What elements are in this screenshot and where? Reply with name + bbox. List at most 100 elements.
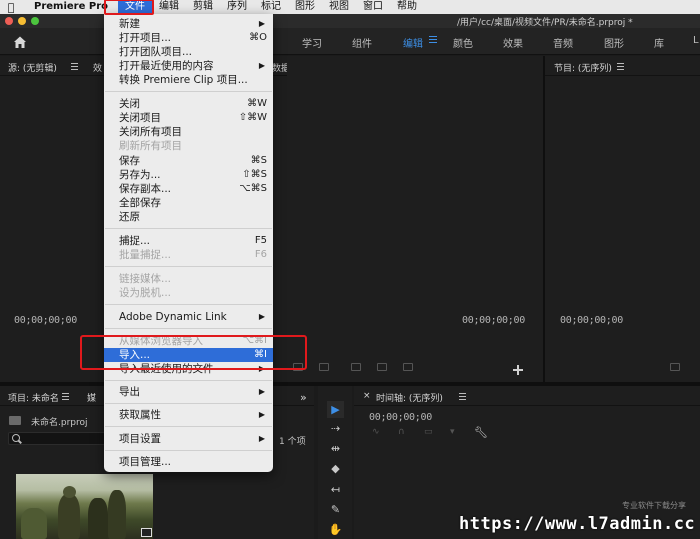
menu-item-close[interactable]: 关闭 ⌘W: [104, 97, 273, 111]
menu-separator: [105, 304, 272, 305]
menu-item-open-recent[interactable]: 打开最近使用的内容 ▶: [104, 59, 273, 73]
project-item-count: 1 个项: [279, 437, 306, 447]
menu-sequence[interactable]: 序列: [220, 0, 254, 14]
workspace-tab-color[interactable]: 颜色: [453, 35, 473, 50]
project-folder-icon: [9, 416, 21, 425]
ripple-edit-tool-icon[interactable]: ⇹: [327, 440, 344, 457]
extract-icon[interactable]: [377, 363, 387, 371]
menu-edit[interactable]: 编辑: [152, 0, 186, 14]
linked-selection-icon[interactable]: ∩: [398, 427, 405, 437]
workspace-tab-editing[interactable]: 编辑: [403, 35, 423, 50]
watermark-url: https://www.l7admin.cc: [459, 514, 696, 534]
menu-item-make-offline: 设为脱机...: [119, 287, 172, 299]
file-menu-highlight: [104, 0, 154, 15]
middle-panel: 00;00;00;00: [287, 56, 543, 382]
menu-item-save-as[interactable]: 另存为... ⇧⌘S: [104, 168, 273, 182]
menu-window[interactable]: 窗口: [356, 0, 390, 14]
menu-separator: [105, 450, 272, 451]
middle-timecode[interactable]: 00;00;00;00: [462, 315, 525, 326]
export-frame-icon[interactable]: [670, 363, 680, 371]
menu-view[interactable]: 视图: [322, 0, 356, 14]
menu-separator: [105, 266, 272, 267]
program-panel-title[interactable]: 节目: (无序列): [554, 61, 612, 74]
workspace-tab-more[interactable]: L: [693, 35, 699, 46]
menu-item-convert-clip[interactable]: 转换 Premiere Clip 项目...: [104, 73, 273, 87]
menu-item-save-all[interactable]: 全部保存: [104, 196, 273, 210]
apple-icon[interactable]: : [0, 1, 22, 14]
menu-separator: [105, 380, 272, 381]
timeline-panel-header: × 时间轴: (无序列): [354, 386, 700, 406]
more-panels-icon[interactable]: »: [300, 391, 307, 404]
menu-help[interactable]: 帮助: [390, 0, 424, 14]
panel-menu-icon[interactable]: [459, 393, 466, 402]
workspace-tab-effects[interactable]: 效果: [503, 35, 523, 50]
menu-item-capture[interactable]: 捕捉... F5: [104, 234, 273, 248]
menu-graphics[interactable]: 图形: [288, 0, 322, 14]
video-clip-thumbnail[interactable]: [16, 474, 153, 539]
track-select-tool-icon[interactable]: ⇢: [327, 420, 344, 437]
source-panel-title[interactable]: 源: (无剪辑): [8, 61, 57, 74]
panel-menu-icon[interactable]: [71, 63, 78, 72]
panel-menu-icon[interactable]: [62, 393, 69, 402]
project-search-input[interactable]: [8, 432, 106, 445]
close-tab-icon[interactable]: ×: [363, 391, 371, 401]
wrench-icon[interactable]: 🔧︎: [474, 426, 488, 439]
program-panel-header: 节目: (无序列): [545, 56, 700, 76]
workspace-menu-icon[interactable]: [429, 36, 437, 45]
minimize-window-button[interactable]: [18, 17, 26, 25]
selection-tool-icon[interactable]: ▶︎: [327, 401, 344, 418]
menu-item-export[interactable]: 导出 ▶: [104, 385, 273, 399]
workspace-tab-graphics[interactable]: 图形: [604, 35, 624, 50]
menu-separator: [105, 328, 272, 329]
menu-separator: [105, 91, 272, 92]
snap-icon[interactable]: ∿: [372, 427, 380, 437]
media-browser-tab[interactable]: 媒: [87, 391, 96, 404]
menu-item-project-settings[interactable]: 项目设置 ▶: [104, 432, 273, 446]
menu-marker[interactable]: 标记: [254, 0, 288, 14]
menu-separator: [105, 426, 272, 427]
pen-tool-icon[interactable]: ✎: [327, 501, 344, 518]
timeline-panel-title[interactable]: 时间轴: (无序列): [376, 391, 443, 404]
menu-item-save-copy[interactable]: 保存副本... ⌥⌘S: [104, 182, 273, 196]
workspace-tab-audio[interactable]: 音频: [553, 35, 573, 50]
search-icon: [12, 434, 20, 442]
document-path: /用户/cc/桌面/视频文件/PR/未命名.prproj *: [457, 18, 633, 28]
workspace-tab-assembly[interactable]: 组件: [352, 35, 372, 50]
menu-item-open-team-project[interactable]: 打开团队项目...: [104, 45, 273, 59]
workspace-tab-libraries[interactable]: 库: [654, 35, 664, 50]
razor-tool-icon[interactable]: ◆: [327, 460, 344, 477]
menu-item-close-all[interactable]: 关闭所有项目: [104, 125, 273, 139]
home-icon[interactable]: [12, 34, 28, 50]
insert-icon[interactable]: [319, 363, 329, 371]
add-button-icon[interactable]: [513, 365, 523, 375]
clip-type-icon: [141, 528, 152, 537]
menu-item-close-project[interactable]: 关闭项目 ⇧⌘W: [104, 111, 273, 125]
menu-item-open-project[interactable]: 打开项目... ⌘O: [104, 31, 273, 45]
menu-item-link-media: 链接媒体...: [119, 273, 172, 285]
add-marker-icon[interactable]: ▭: [424, 427, 433, 437]
menu-item-revert[interactable]: 还原: [104, 210, 273, 224]
menu-clip[interactable]: 剪辑: [186, 0, 220, 14]
source-timecode[interactable]: 00;00;00;00: [14, 315, 77, 326]
menu-item-save[interactable]: 保存 ⌘S: [104, 154, 273, 168]
close-window-button[interactable]: [5, 17, 13, 25]
panel-menu-icon[interactable]: [617, 63, 624, 72]
menu-item-project-manager[interactable]: 项目管理...: [104, 455, 273, 469]
slip-tool-icon[interactable]: ↤: [327, 481, 344, 498]
zoom-window-button[interactable]: [31, 17, 39, 25]
effect-controls-tab[interactable]: 效: [93, 61, 102, 74]
project-panel-title[interactable]: 项目: 未命名: [8, 391, 59, 404]
hand-tool-icon[interactable]: ✋: [327, 521, 344, 538]
marker-icon[interactable]: ▾: [450, 427, 455, 437]
project-file-name: 未命名.prproj: [31, 418, 88, 428]
lift-icon[interactable]: [351, 363, 361, 371]
menu-item-get-properties[interactable]: 获取属性 ▶: [104, 408, 273, 422]
timeline-timecode[interactable]: 00;00;00;00: [369, 412, 432, 423]
import-highlight: [80, 335, 307, 370]
file-menu-dropdown: 新建 ▶ 打开项目... ⌘O 打开团队项目... 打开最近使用的内容 ▶ 转换 Pr…: [104, 14, 273, 472]
camera-icon[interactable]: [403, 363, 413, 371]
workspace-tab-learn[interactable]: 学习: [302, 35, 322, 50]
menu-item-new[interactable]: 新建 ▶: [104, 17, 273, 31]
program-timecode[interactable]: 00;00;00;00: [560, 315, 623, 326]
menu-item-adobe-dynamic-link[interactable]: Adobe Dynamic Link ▶: [104, 310, 273, 324]
